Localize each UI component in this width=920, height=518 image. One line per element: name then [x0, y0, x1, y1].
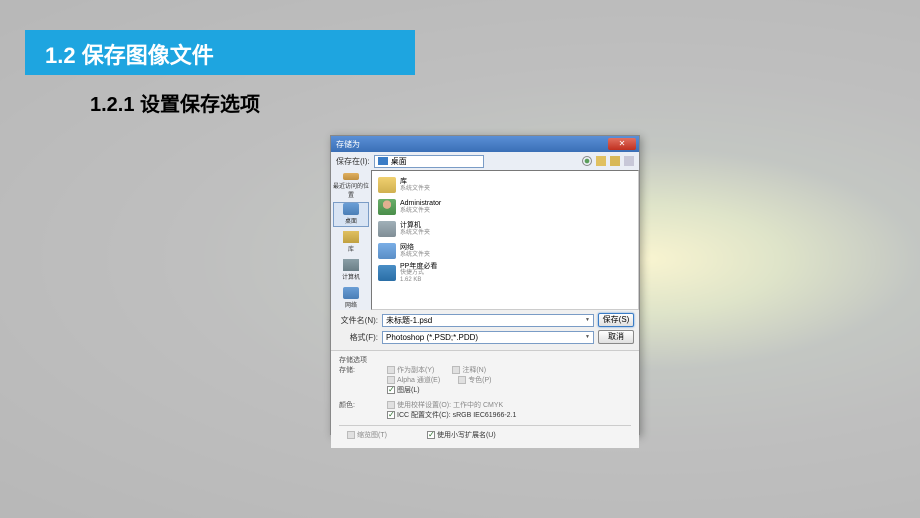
save-in-value: 桌面	[391, 156, 407, 167]
computer-item-icon	[378, 221, 396, 237]
format-label: 格式(F):	[336, 332, 378, 343]
desktop-place-icon	[343, 203, 359, 215]
subsection-title: 1.2.1 设置保存选项	[90, 88, 260, 117]
library-icon	[343, 231, 359, 243]
save-button[interactable]: 保存(S)	[598, 313, 634, 327]
places-bar: 最近访问的位置 桌面 库 计算机 网络	[331, 170, 371, 310]
recent-icon	[343, 173, 359, 180]
proof-checkbox[interactable]: 使用校样设置(O): 工作中的 CMYK	[387, 400, 631, 410]
desktop-icon	[378, 157, 388, 165]
shortcut-icon	[378, 265, 396, 281]
save-in-combo[interactable]: 桌面	[374, 155, 484, 168]
dialog-title: 存储为	[334, 139, 360, 150]
file-list[interactable]: 库 系统文件夹 Administrator 系统文件夹 计算机 系统文件夹	[371, 170, 639, 310]
place-network[interactable]: 网络	[333, 285, 369, 310]
place-library[interactable]: 库	[333, 230, 369, 255]
section-title-bar: 1.2 保存图像文件	[25, 30, 415, 75]
save-group-label: 存储:	[339, 365, 387, 395]
cancel-button[interactable]: 取消	[598, 330, 634, 344]
color-group-label: 颜色:	[339, 400, 387, 420]
place-desktop[interactable]: 桌面	[333, 202, 369, 227]
list-item[interactable]: 计算机 系统文件夹	[375, 218, 635, 240]
lowercase-ext-checkbox[interactable]: 使用小写扩展名(U)	[427, 430, 496, 440]
up-folder-icon[interactable]	[596, 156, 606, 166]
new-folder-icon[interactable]	[610, 156, 620, 166]
list-item[interactable]: Administrator 系统文件夹	[375, 196, 635, 218]
as-copy-checkbox[interactable]: 作为副本(Y)	[387, 365, 434, 375]
alpha-checkbox[interactable]: Alpha 通道(E)	[387, 375, 440, 385]
save-options-title: 存储选项	[339, 355, 387, 365]
save-as-dialog: 存储为 ✕ 保存在(I): 桌面 最近访问的位置 桌面	[330, 135, 640, 435]
list-item[interactable]: 库 系统文件夹	[375, 174, 635, 196]
save-options-panel: 存储选项 存储: 作为副本(Y) 注释(N) Alpha 通道(E) 专色(P)…	[331, 350, 639, 448]
section-title: 1.2 保存图像文件	[45, 43, 214, 68]
place-computer[interactable]: 计算机	[333, 258, 369, 283]
layers-checkbox[interactable]: 图层(L)	[387, 385, 420, 395]
view-menu-icon[interactable]	[624, 156, 634, 166]
network-item-icon	[378, 243, 396, 259]
filename-input[interactable]: 未标题-1.psd	[382, 314, 594, 327]
dialog-toolbar: 保存在(I): 桌面	[331, 152, 639, 170]
annotations-checkbox[interactable]: 注释(N)	[452, 365, 486, 375]
format-combo[interactable]: Photoshop (*.PSD;*.PDD)	[382, 331, 594, 344]
dialog-titlebar[interactable]: 存储为 ✕	[331, 136, 639, 152]
place-recent[interactable]: 最近访问的位置	[333, 173, 369, 199]
close-button[interactable]: ✕	[608, 138, 636, 150]
user-folder-icon	[378, 199, 396, 215]
computer-icon	[343, 259, 359, 271]
save-in-label: 保存在(I):	[336, 156, 370, 167]
spot-checkbox[interactable]: 专色(P)	[458, 375, 491, 385]
filename-label: 文件名(N):	[336, 315, 378, 326]
icc-checkbox[interactable]: ICC 配置文件(C): sRGB IEC61966-2.1	[387, 410, 631, 420]
back-icon[interactable]	[582, 156, 592, 166]
network-icon	[343, 287, 359, 299]
list-item[interactable]: 网络 系统文件夹	[375, 240, 635, 262]
thumbnail-checkbox[interactable]: 缩览图(T)	[347, 430, 387, 440]
list-item[interactable]: PP年度必看 快捷方式 1.62 KB	[375, 262, 635, 284]
folder-icon	[378, 177, 396, 193]
